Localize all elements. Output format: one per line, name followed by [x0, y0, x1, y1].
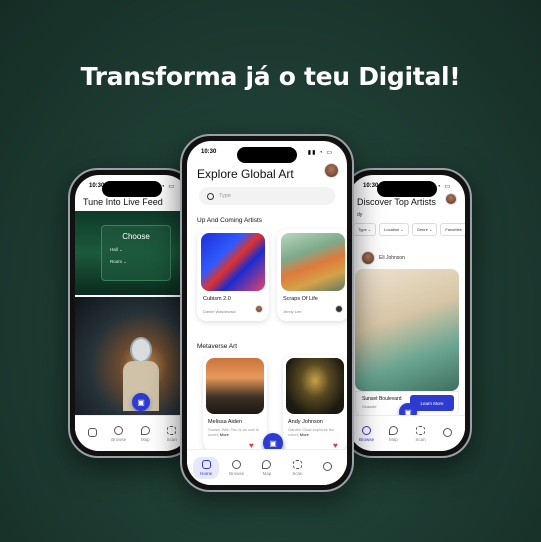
nav-browse[interactable]: Browse	[354, 425, 380, 442]
video-camera-icon: ▣	[137, 397, 145, 407]
filter-bar: Type ⌄ Location ⌄ Genre ⌄ Favorites	[353, 223, 465, 236]
card-description: Sunset With You is an ode to lovers More	[208, 427, 260, 437]
headline: Transforma já o teu Digital!	[80, 62, 461, 91]
page-title: Explore Global Art	[197, 167, 294, 181]
scan-icon	[292, 459, 302, 469]
chat-icon	[443, 428, 452, 437]
nav-browse[interactable]: Browse	[224, 459, 250, 476]
dynamic-island	[102, 181, 162, 197]
section-title-metaverse: Metaverse Art	[197, 343, 238, 350]
nav-map[interactable]: Map	[254, 459, 280, 476]
dynamic-island	[377, 181, 437, 197]
page-title: Discover Top Artists	[357, 197, 436, 207]
nav-chat[interactable]	[315, 462, 341, 473]
scan-icon	[167, 425, 177, 435]
search-icon	[232, 459, 242, 469]
status-time: 10:30	[201, 149, 217, 155]
search-icon	[207, 192, 214, 200]
search-input[interactable]: Type	[199, 187, 335, 205]
map-pin-icon	[389, 425, 398, 435]
bottom-nav: Home Browse Map Scan	[187, 449, 347, 485]
card-avatar	[255, 305, 263, 313]
artist-card[interactable]: Cubism 2.0 Daniel Wasdewski	[197, 229, 269, 321]
post-user: Eli Johnson	[379, 255, 405, 261]
choose-panel[interactable]: Choose Hall ⌄ Room ⌄	[101, 225, 171, 281]
video-camera-icon: ▣	[269, 438, 277, 448]
status-icons: ▮▮ ◔ ▭	[307, 150, 333, 156]
artist-post: Eli Johnson Sunset Boulevard Seaside Lea…	[355, 245, 459, 425]
left-phone-screen: 10:30 ▮▮ ◔ ▭ Tune Into Live Feed Choose …	[75, 175, 189, 451]
center-phone-screen: 10:30 ▮▮ ◔ ▭ Explore Global Art Type Up …	[187, 141, 347, 485]
bottom-nav: Browse Map Scan	[349, 415, 465, 451]
nav-scan[interactable]: Scan	[408, 425, 434, 442]
section-title-artists: Up And Coming Artists	[197, 217, 263, 224]
choose-option-hall[interactable]: Hall ⌄	[110, 247, 170, 253]
post-avatar[interactable]	[361, 251, 375, 265]
search-icon	[362, 425, 371, 435]
avatar[interactable]	[445, 193, 457, 205]
chevron-down-icon: ⌄	[119, 247, 123, 252]
scan-icon	[416, 425, 425, 435]
artwork-thumbnail	[286, 358, 344, 414]
camera-fab-button[interactable]: ▣	[132, 393, 150, 411]
map-pin-icon	[140, 425, 150, 435]
card-artist: Andy Johnson	[288, 419, 323, 425]
card-artist: Melissa Aiden	[208, 419, 242, 425]
bottom-nav: Browse Map Scan	[75, 415, 189, 451]
page-title: Tune Into Live Feed	[83, 197, 163, 207]
filter-location[interactable]: Location ⌄	[379, 223, 409, 236]
choose-option-room[interactable]: Room ⌄	[110, 259, 170, 265]
more-link[interactable]: More	[300, 432, 309, 437]
metaverse-card[interactable]: Andy Johnson Garden Glow explores the co…	[283, 355, 347, 451]
card-description: Garden Glow explores the colors More	[288, 427, 335, 437]
right-phone-screen: 10:30 ▮▮ ◔ ▭ Discover Top Artists dy Typ…	[349, 175, 465, 451]
home-icon	[201, 459, 211, 469]
artwork-thumbnail	[206, 358, 264, 414]
artwork-thumbnail	[201, 233, 265, 291]
search-placeholder: Type	[219, 193, 231, 199]
nav-browse[interactable]: Browse	[106, 425, 132, 442]
chevron-down-icon: ⌄	[123, 259, 128, 264]
artwork-image[interactable]	[355, 269, 459, 391]
filter-type[interactable]: Type ⌄	[353, 223, 377, 236]
nav-home[interactable]	[79, 428, 105, 439]
avatar[interactable]	[324, 163, 339, 178]
card-avatar	[335, 305, 343, 313]
nav-chat[interactable]	[435, 428, 461, 439]
artwork-thumbnail	[281, 233, 345, 291]
astronaut-helmet	[130, 337, 152, 363]
metaverse-card[interactable]: Melissa Aiden Sunset With You is an ode …	[203, 355, 267, 451]
home-icon	[87, 428, 97, 437]
choose-title: Choose	[122, 232, 150, 241]
left-phone: 10:30 ▮▮ ◔ ▭ Tune Into Live Feed Choose …	[68, 168, 196, 458]
map-pin-icon	[262, 459, 272, 469]
center-phone: 10:30 ▮▮ ◔ ▭ Explore Global Art Type Up …	[180, 134, 354, 492]
nav-scan[interactable]: Scan	[284, 459, 310, 476]
chat-icon	[323, 462, 333, 471]
nav-map[interactable]: Map	[381, 425, 407, 442]
card-title: Scraps Of Life	[283, 296, 318, 302]
artist-card[interactable]: Scraps Of Life Jenny Lee	[277, 229, 347, 321]
artwork-subtitle: Seaside	[362, 404, 377, 409]
card-title: Cubism 2.0	[203, 296, 231, 302]
artwork-title: Sunset Boulevard	[362, 396, 402, 402]
nav-home[interactable]: Home	[193, 456, 220, 479]
dynamic-island	[237, 147, 297, 163]
live-feed-video[interactable]: Choose Hall ⌄ Room ⌄	[75, 211, 189, 295]
card-artist: Jenny Lee	[283, 309, 302, 314]
page-subtitle: dy	[357, 212, 363, 218]
nav-map[interactable]: Map	[132, 425, 158, 442]
more-link[interactable]: More	[220, 432, 229, 437]
search-icon	[114, 425, 124, 435]
filter-favorites[interactable]: Favorites	[440, 223, 465, 236]
card-artist: Daniel Wasdewski	[203, 309, 236, 314]
filter-genre[interactable]: Genre ⌄	[411, 223, 438, 236]
right-phone: 10:30 ▮▮ ◔ ▭ Discover Top Artists dy Typ…	[342, 168, 472, 458]
